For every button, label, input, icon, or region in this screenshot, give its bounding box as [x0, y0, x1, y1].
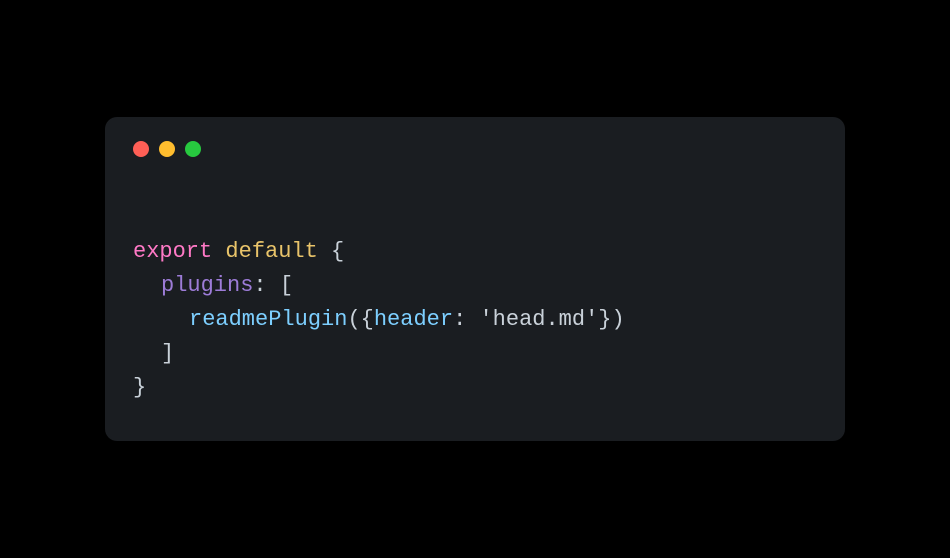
code-line-3: readmePlugin({header: 'head.md'}) [133, 307, 625, 332]
keyword-export: export [133, 239, 212, 264]
code-editor-window: export default { plugins: [ readmePlugin… [105, 117, 845, 442]
code-block: export default { plugins: [ readmePlugin… [133, 201, 817, 406]
paren-close: ) [612, 307, 625, 332]
maximize-icon[interactable] [185, 141, 201, 157]
minimize-icon[interactable] [159, 141, 175, 157]
string-literal: 'head.md' [479, 307, 598, 332]
colon-inner: : [453, 307, 479, 332]
bracket-close: ] [161, 341, 174, 366]
code-line-1: export default { [133, 239, 344, 264]
window-controls [133, 141, 817, 157]
code-line-5: } [133, 375, 146, 400]
param-header: header [374, 307, 453, 332]
brace-close: } [133, 375, 146, 400]
property-plugins: plugins [161, 273, 253, 298]
code-line-2: plugins: [ [133, 273, 293, 298]
brace-open-inner: { [361, 307, 374, 332]
function-call: readmePlugin [189, 307, 347, 332]
brace-close-inner: } [598, 307, 611, 332]
brace-open: { [331, 239, 344, 264]
code-line-4: ] [133, 341, 174, 366]
keyword-default: default [225, 239, 317, 264]
bracket-open: [ [280, 273, 293, 298]
paren-open: ( [347, 307, 360, 332]
colon: : [253, 273, 279, 298]
close-icon[interactable] [133, 141, 149, 157]
